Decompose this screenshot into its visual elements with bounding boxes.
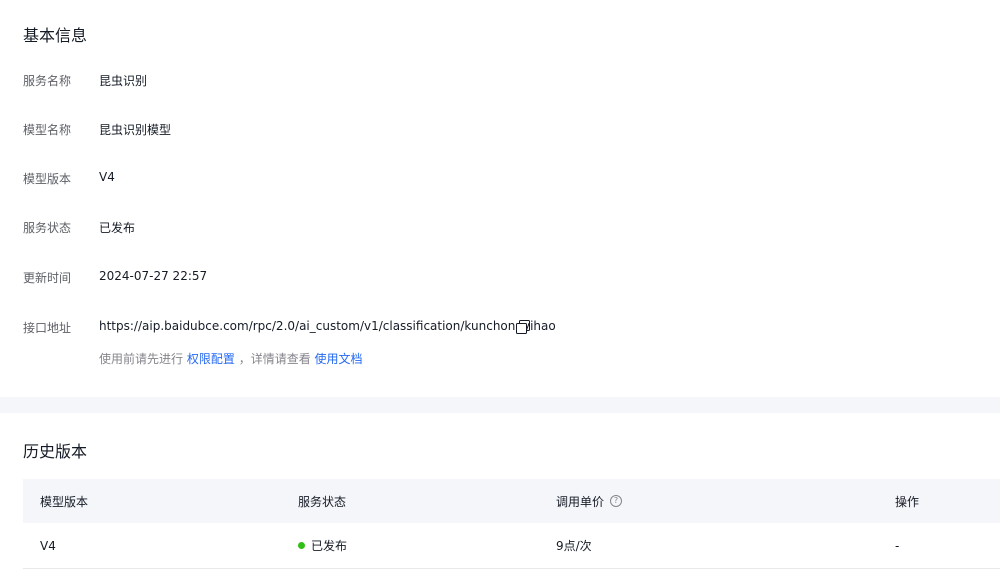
table-header: 模型版本 服务状态 调用单价 ? 操作 bbox=[23, 479, 1000, 523]
column-header-actions: 操作 bbox=[895, 494, 920, 509]
model-name-value: 昆虫识别模型 bbox=[99, 123, 172, 137]
hint-middle: ，详情请查看 bbox=[238, 352, 311, 366]
column-header-service-status: 服务状态 bbox=[298, 494, 347, 509]
row-unit-price: 9点/次 bbox=[556, 539, 592, 553]
service-name-label: 服务名称 bbox=[23, 74, 72, 88]
service-status-value: 已发布 bbox=[99, 221, 136, 235]
section-divider bbox=[0, 397, 1000, 413]
column-header-model-version: 模型版本 bbox=[40, 494, 89, 509]
service-name-value: 昆虫识别 bbox=[99, 74, 148, 88]
api-address-value: https://aip.baidubce.com/rpc/2.0/ai_cust… bbox=[99, 319, 556, 333]
api-address-label: 接口地址 bbox=[23, 321, 72, 335]
table-row: V4 已发布 9点/次 - bbox=[23, 523, 1000, 569]
history-versions-title: 历史版本 bbox=[23, 442, 88, 461]
update-time-label: 更新时间 bbox=[23, 271, 72, 285]
row-model-version: V4 bbox=[40, 538, 56, 553]
column-header-unit-price: 调用单价 ? bbox=[556, 479, 623, 523]
permission-config-link[interactable]: 权限配置 bbox=[187, 352, 235, 366]
usage-docs-link[interactable]: 使用文档 bbox=[315, 352, 363, 366]
status-dot-icon bbox=[298, 542, 305, 549]
history-versions-table: 模型版本 服务状态 调用单价 ? 操作 V4 已发布 9点/次 - bbox=[23, 479, 1000, 569]
basic-info-title: 基本信息 bbox=[23, 26, 88, 45]
service-status-label: 服务状态 bbox=[23, 221, 72, 235]
basic-info-card: 基本信息 服务名称 昆虫识别 模型名称 昆虫识别模型 模型版本 V4 服务状态 … bbox=[0, 0, 1000, 397]
row-action: - bbox=[895, 538, 900, 553]
model-version-value: V4 bbox=[99, 170, 115, 184]
model-version-label: 模型版本 bbox=[23, 172, 72, 186]
copy-icon[interactable] bbox=[516, 320, 530, 334]
history-versions-card: 历史版本 模型版本 服务状态 调用单价 ? 操作 V4 已发布 9点/次 - bbox=[0, 413, 1000, 580]
hint-prefix: 使用前请先进行 bbox=[99, 352, 184, 366]
row-service-status: 已发布 bbox=[298, 523, 347, 568]
help-icon[interactable]: ? bbox=[610, 495, 623, 507]
model-name-label: 模型名称 bbox=[23, 123, 72, 137]
api-usage-hint: 使用前请先进行 权限配置 ，详情请查看 使用文档 bbox=[99, 350, 363, 367]
row-service-status-label: 已发布 bbox=[311, 539, 348, 553]
column-header-unit-price-label: 调用单价 bbox=[556, 494, 605, 509]
update-time-value: 2024-07-27 22:57 bbox=[99, 269, 208, 283]
